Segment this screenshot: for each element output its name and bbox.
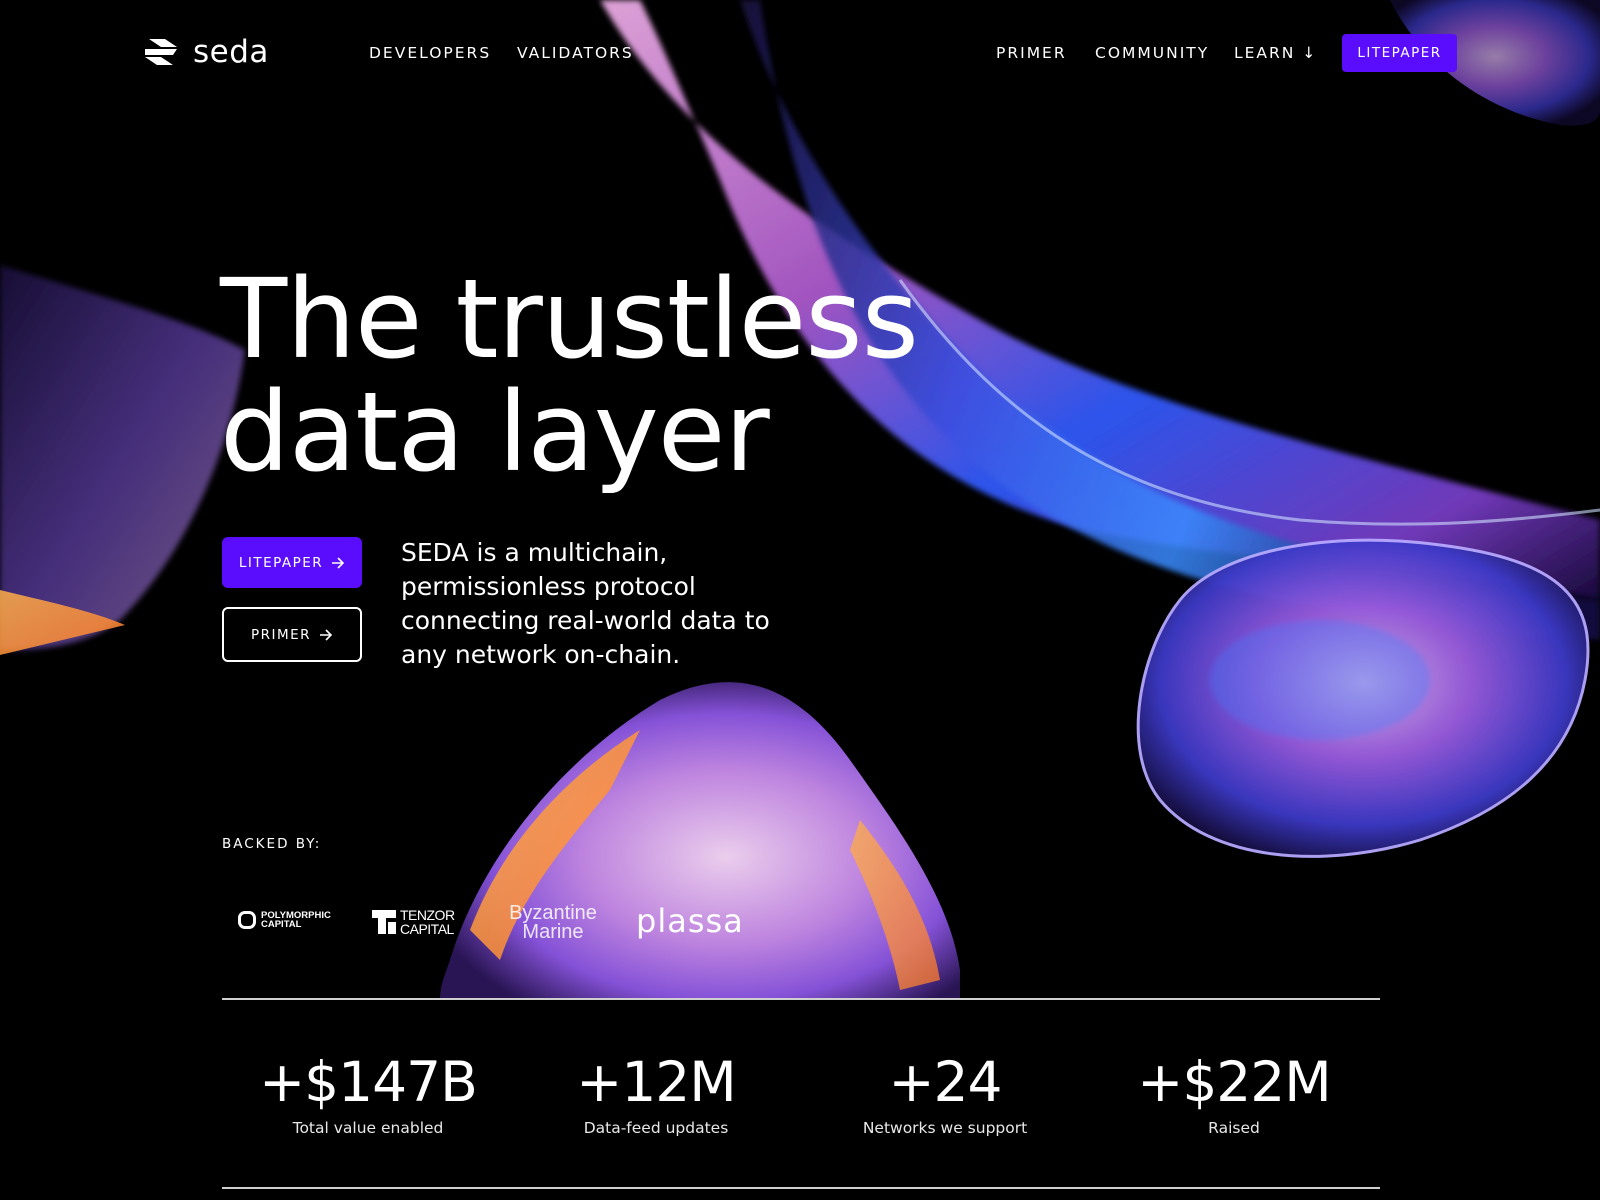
backer-logo-plassa[interactable]: plassa — [636, 902, 744, 940]
nav-link-community[interactable]: COMMUNITY — [1095, 44, 1209, 62]
hero-title-line-1: The trustless — [220, 255, 919, 383]
backer-logo-byzantine-marine[interactable]: Byzantine Marine — [503, 903, 603, 943]
hero-primer-button[interactable]: PRIMER — [222, 607, 362, 662]
arrow-right-icon — [320, 628, 333, 641]
tenzor-line-2: CAPITAL — [400, 921, 454, 937]
stat-raised: +$22M Raised — [1089, 1052, 1379, 1137]
stat-value: +$147B — [259, 1050, 478, 1114]
hero-title: The trustless data layer — [220, 263, 919, 489]
nav-link-developers[interactable]: DEVELOPERS — [369, 44, 491, 62]
hero-title-line-2: data layer — [220, 368, 770, 496]
polymorphic-line-2: CAPITAL — [261, 919, 302, 930]
stats-divider-top — [222, 998, 1380, 1000]
polymorphic-ring-icon — [238, 911, 256, 929]
stat-value: +12M — [576, 1050, 737, 1114]
hero-background-art — [0, 0, 1600, 1000]
nav-litepaper-button[interactable]: LITEPAPER — [1342, 34, 1457, 72]
stat-value: +24 — [888, 1050, 1002, 1114]
nav-link-learn[interactable]: LEARN ↓ — [1234, 44, 1317, 62]
stat-label: Networks we support — [862, 1119, 1028, 1137]
stat-label: Total value enabled — [292, 1119, 444, 1137]
stat-total-value: +$147B Total value enabled — [223, 1052, 513, 1137]
stat-networks: +24 Networks we support — [800, 1052, 1090, 1137]
stat-label: Data-feed updates — [583, 1119, 729, 1137]
nav-link-validators[interactable]: VALIDATORS — [517, 44, 634, 62]
stat-label: Raised — [1208, 1119, 1260, 1137]
hero-description: SEDA is a multichain, permissionless pro… — [401, 538, 770, 669]
stat-value: +$22M — [1137, 1050, 1332, 1114]
stat-data-feed-updates: +12M Data-feed updates — [511, 1052, 801, 1137]
seda-logo[interactable]: seda — [143, 34, 269, 70]
backer-logo-tenzor-capital[interactable]: TENZOR CAPITAL — [372, 908, 488, 936]
tenzor-mark-icon — [372, 910, 396, 934]
arrow-right-icon — [332, 556, 345, 569]
hero-litepaper-label: LITEPAPER — [238, 554, 324, 571]
nav-link-primer[interactable]: PRIMER — [996, 44, 1067, 62]
backed-by-label: BACKED BY: — [222, 836, 322, 852]
byzantine-line-2: Marine — [522, 921, 584, 943]
hero-primer-label: PRIMER — [250, 626, 312, 643]
seda-logo-icon — [145, 39, 177, 65]
stats-divider-bottom — [222, 1187, 1380, 1189]
hero-litepaper-button[interactable]: LITEPAPER — [222, 537, 362, 588]
backer-logo-polymorphic-capital[interactable]: POLYMORPHIC CAPITAL — [238, 911, 333, 929]
logo-text: seda — [193, 34, 269, 70]
